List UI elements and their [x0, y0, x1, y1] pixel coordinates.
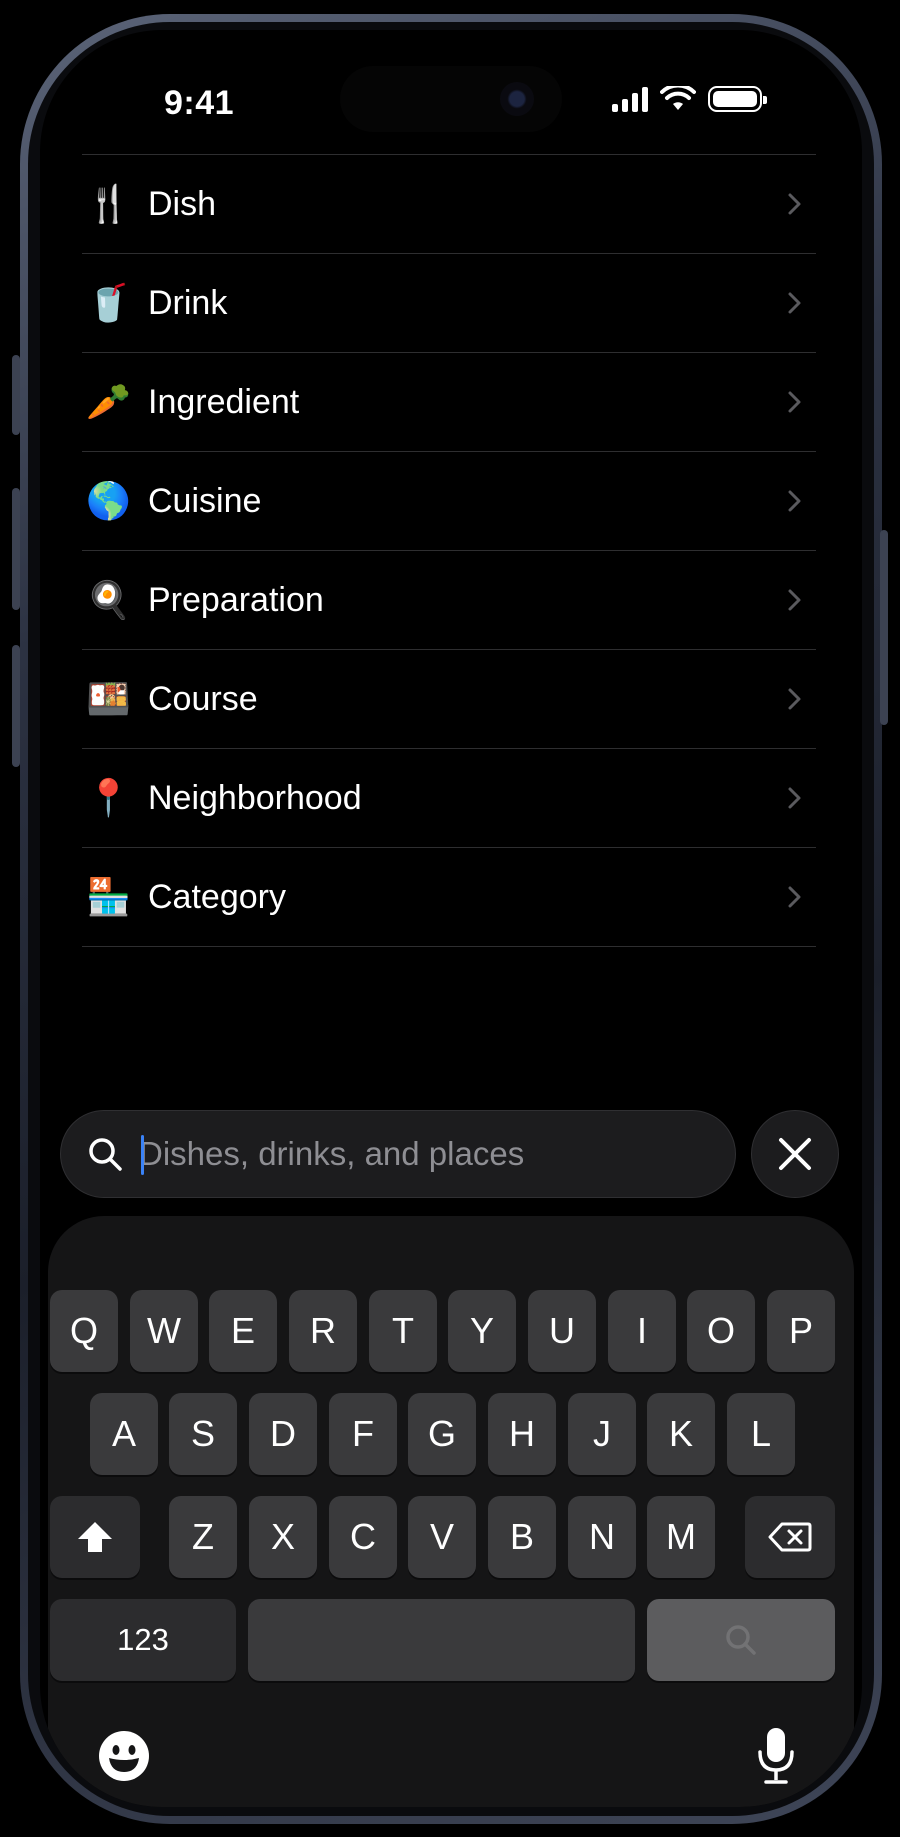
power-button: [880, 530, 888, 725]
key-k[interactable]: K: [647, 1393, 715, 1475]
list-item-label: Drink: [148, 283, 228, 322]
close-search-button[interactable]: [751, 1110, 839, 1198]
key-f[interactable]: F: [329, 1393, 397, 1475]
key-b[interactable]: B: [488, 1496, 556, 1578]
delete-key[interactable]: [745, 1496, 835, 1578]
key-l[interactable]: L: [727, 1393, 795, 1475]
convenience-store-icon: 🏪: [86, 876, 131, 917]
chevron-right-icon: [788, 886, 801, 908]
key-j[interactable]: J: [568, 1393, 636, 1475]
keyboard: Q W E R T Y U I O P A S D F G H J K L Z …: [48, 1216, 854, 1807]
frying-pan-icon: 🍳: [86, 579, 131, 620]
list-item-neighborhood[interactable]: 📍 Neighborhood: [82, 749, 816, 848]
status-icons: [612, 86, 767, 112]
search-icon: [89, 1138, 122, 1171]
list-item-label: Preparation: [148, 580, 324, 619]
volume-up-button: [12, 488, 20, 610]
status-time: 9:41: [164, 84, 235, 122]
list-item-label: Cuisine: [148, 481, 262, 520]
bento-box-icon: 🍱: [86, 678, 131, 719]
list-item-label: Category: [148, 877, 286, 916]
backspace-icon: [768, 1522, 812, 1552]
key-h[interactable]: H: [488, 1393, 556, 1475]
wifi-icon: [660, 86, 696, 110]
list-item-dish[interactable]: 🍴 Dish: [82, 155, 816, 254]
key-e[interactable]: E: [209, 1290, 277, 1372]
chevron-right-icon: [788, 787, 801, 809]
action-button: [12, 355, 20, 435]
key-d[interactable]: D: [249, 1393, 317, 1475]
list-item-course[interactable]: 🍱 Course: [82, 650, 816, 749]
chevron-right-icon: [788, 589, 801, 611]
cellular-signal-icon: [612, 86, 648, 112]
emoji-icon[interactable]: [98, 1730, 150, 1782]
key-u[interactable]: U: [528, 1290, 596, 1372]
category-list: 🍴 Dish 🥤 Drink 🥕 Ingredient 🌎 Cuisine 🍳 …: [82, 154, 816, 947]
search-input[interactable]: [139, 1135, 735, 1173]
chevron-right-icon: [788, 391, 801, 413]
list-item-cuisine[interactable]: 🌎 Cuisine: [82, 452, 816, 551]
list-item-ingredient[interactable]: 🥕 Ingredient: [82, 353, 816, 452]
shift-key[interactable]: [50, 1496, 140, 1578]
key-g[interactable]: G: [408, 1393, 476, 1475]
text-caret: [141, 1135, 144, 1175]
search-key[interactable]: [647, 1599, 835, 1681]
list-item-category[interactable]: 🏪 Category: [82, 848, 816, 947]
space-key[interactable]: [248, 1599, 635, 1681]
key-i[interactable]: I: [608, 1290, 676, 1372]
list-item-drink[interactable]: 🥤 Drink: [82, 254, 816, 353]
search-icon: [726, 1625, 756, 1655]
key-c[interactable]: C: [329, 1496, 397, 1578]
close-icon: [779, 1138, 811, 1170]
chevron-right-icon: [788, 193, 801, 215]
cup-straw-icon: 🥤: [86, 282, 131, 323]
key-o[interactable]: O: [687, 1290, 755, 1372]
key-y[interactable]: Y: [448, 1290, 516, 1372]
key-z[interactable]: Z: [169, 1496, 237, 1578]
fork-knife-icon: 🍴: [86, 183, 131, 224]
key-p[interactable]: P: [767, 1290, 835, 1372]
shift-arrow-icon: [78, 1522, 112, 1552]
key-v[interactable]: V: [408, 1496, 476, 1578]
camera-icon: [500, 82, 534, 116]
battery-icon: [708, 86, 767, 112]
list-item-preparation[interactable]: 🍳 Preparation: [82, 551, 816, 650]
list-item-label: Neighborhood: [148, 778, 362, 817]
key-q[interactable]: Q: [50, 1290, 118, 1372]
volume-down-button: [12, 645, 20, 767]
key-t[interactable]: T: [369, 1290, 437, 1372]
key-m[interactable]: M: [647, 1496, 715, 1578]
list-item-label: Course: [148, 679, 258, 718]
globe-icon: 🌎: [86, 480, 131, 521]
search-bar: [60, 1110, 736, 1198]
microphone-icon[interactable]: [756, 1726, 796, 1786]
chevron-right-icon: [788, 490, 801, 512]
list-item-label: Ingredient: [148, 382, 300, 421]
map-pin-icon: 📍: [86, 777, 131, 818]
screen: 9:41 🍴 Dish 🥤 Drink 🥕 Ingredient 🌎 Cuisi…: [40, 30, 862, 1807]
key-w[interactable]: W: [130, 1290, 198, 1372]
key-n[interactable]: N: [568, 1496, 636, 1578]
key-a[interactable]: A: [90, 1393, 158, 1475]
list-item-label: Dish: [148, 184, 217, 223]
chevron-right-icon: [788, 688, 801, 710]
numbers-key[interactable]: 123: [50, 1599, 236, 1681]
chevron-right-icon: [788, 292, 801, 314]
carrot-icon: 🥕: [86, 381, 131, 422]
key-s[interactable]: S: [169, 1393, 237, 1475]
key-x[interactable]: X: [249, 1496, 317, 1578]
key-r[interactable]: R: [289, 1290, 357, 1372]
